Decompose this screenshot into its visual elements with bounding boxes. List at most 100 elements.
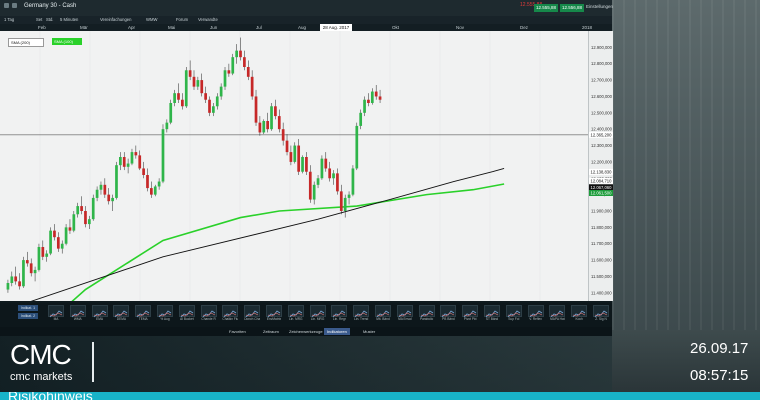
restore-icon[interactable] xyxy=(12,3,17,8)
risk-warning-bar[interactable]: Risikohinweis xyxy=(0,392,760,400)
candle-body-down xyxy=(285,140,289,153)
indicator-item[interactable]: TEMA xyxy=(135,305,152,324)
candle xyxy=(196,76,200,90)
candle xyxy=(84,206,87,228)
toolbar-item-4[interactable]: Vereinfachungen xyxy=(100,17,131,23)
indicator-item[interactable]: Z. Sig N xyxy=(593,305,609,324)
tab-muster[interactable]: Muster xyxy=(360,328,378,335)
menu-icon[interactable] xyxy=(4,3,9,8)
buy-price-button[interactable]: 12.556,88 xyxy=(560,4,584,12)
indicator-item[interactable]: Lin. MRG xyxy=(287,305,304,324)
indicator-item[interactable]: Sup Fol xyxy=(505,305,522,324)
indicator-label: Pivot Pkt xyxy=(463,317,477,321)
candle xyxy=(153,184,157,197)
indicator-thumbnail-icon xyxy=(135,305,152,318)
indicator-item[interactable]: EMA xyxy=(91,305,108,324)
indicator-thumbnail-icon xyxy=(571,305,588,318)
month-label: Feb xyxy=(38,25,46,30)
candle xyxy=(212,103,215,117)
candle-body-down xyxy=(18,281,21,287)
legend-sma200[interactable]: SMA (200) xyxy=(8,38,44,47)
indicator-item[interactable]: ST Bänd xyxy=(484,305,500,324)
candle xyxy=(324,152,328,172)
toolbar-item-1[interactable]: Set xyxy=(36,17,42,23)
indicator-item[interactable]: MAPA Hat xyxy=(549,305,566,324)
month-label: Dez xyxy=(520,25,529,30)
indicator-thumbnail-icon xyxy=(91,305,108,318)
candle-body-down xyxy=(339,191,343,211)
hline-price-marker: 12.365,200 xyxy=(591,132,613,137)
settings-button[interactable]: Einstellungen xyxy=(586,4,613,9)
candle xyxy=(243,50,246,71)
tab-zeitraum[interactable]: Zeitraum xyxy=(260,328,282,335)
indicator-item[interactable]: AI Bucket xyxy=(178,305,195,324)
price-tick-label: 12.500,000 xyxy=(591,110,613,115)
indicator-item[interactable]: MA Enval xyxy=(396,305,413,324)
logo-mark: CMC xyxy=(10,339,72,370)
candlestick-chart[interactable] xyxy=(0,31,588,359)
candle-body-up xyxy=(370,91,374,103)
crosshair-date-label: 28 Aug. 2017 xyxy=(320,24,352,31)
indicator-item[interactable]: Chande R xyxy=(200,305,217,324)
logo-divider xyxy=(92,342,94,382)
indicator-item[interactable]: Lin. MRG xyxy=(309,305,326,324)
candle xyxy=(297,139,301,175)
candle xyxy=(266,112,270,133)
tab-zeichenwerkzeuge[interactable]: Zeichenwerkzeuge xyxy=(286,328,326,335)
overlay-time: 08:57:15 xyxy=(690,367,749,384)
candle-body-down xyxy=(297,145,301,172)
candle-body-up xyxy=(169,103,173,123)
toolbar-item-3[interactable]: 5 Minuten xyxy=(60,17,78,23)
indicator-item[interactable]: Lin. Trend xyxy=(353,305,370,324)
candle-body-down xyxy=(281,129,285,141)
candle-body-down xyxy=(146,175,149,189)
legend-sma100[interactable]: SMA (100) xyxy=(52,38,82,45)
indicator-thumbnail-icon xyxy=(396,305,413,318)
toolbar-item-6[interactable]: Forum xyxy=(176,17,188,23)
indicator-item[interactable]: DEMA xyxy=(113,305,130,324)
indicator-item[interactable]: MA xyxy=(48,305,64,324)
price-tick-label: 12.900,000 xyxy=(591,45,613,50)
candle-body-up xyxy=(153,186,157,195)
indicator-item[interactable]: EnvMatrix xyxy=(266,305,282,324)
chart-plot-area[interactable] xyxy=(0,31,588,359)
tab-indikatoren[interactable]: Indikatoren xyxy=(324,328,350,335)
indicator-item[interactable]: Parabolic xyxy=(418,305,435,324)
tab-favoriten[interactable]: Favoriten xyxy=(226,328,249,335)
candle xyxy=(250,70,254,100)
sell-price-button[interactable]: 12.555,88 xyxy=(534,4,558,12)
candle xyxy=(285,134,289,156)
indicator-item[interactable]: Donch Chan xyxy=(244,305,261,324)
candle-body-up xyxy=(184,70,188,107)
candle-body-up xyxy=(332,173,335,179)
indicator-item[interactable]: % Aug xyxy=(157,305,173,324)
candle xyxy=(56,232,60,252)
indicator-item[interactable]: Mit. Bänd xyxy=(375,305,391,324)
candle xyxy=(347,191,351,205)
indicator-item[interactable]: Pivot Pkt xyxy=(462,305,479,324)
toolbar-item-2[interactable]: Std. xyxy=(46,17,53,23)
indicator-item[interactable]: Lin. Regr xyxy=(331,305,348,324)
candle-body-up xyxy=(343,197,347,211)
indicator-label: Lin. MRG xyxy=(289,317,303,321)
indicator-item[interactable]: Chaikin Fluss xyxy=(222,305,239,324)
indicator-thumbnail-icon xyxy=(549,305,566,318)
indicator-2-button[interactable]: Indikat. 2 xyxy=(18,313,38,319)
toolbar-item-7[interactable]: Verwandte xyxy=(198,17,218,23)
candle xyxy=(169,99,173,125)
indicator-thumbnail-icon xyxy=(593,305,609,318)
indicator-item[interactable]: V. Reflex xyxy=(527,305,544,324)
indicator-item[interactable]: PB Bänd xyxy=(440,305,457,324)
candle-body-up xyxy=(115,165,118,198)
timeframe-select[interactable]: 1 Tag xyxy=(4,17,14,23)
candle xyxy=(363,96,366,117)
toolbar-item-5[interactable]: WMW xyxy=(146,17,157,23)
candle xyxy=(126,158,130,174)
time-axis: Feb Mär Apr Mai Jun Jul Aug Okt Nov Dez … xyxy=(0,24,612,31)
indicator-1-button[interactable]: Indikat. 1 xyxy=(18,305,38,311)
indicator-label: Parabolic xyxy=(419,317,434,321)
indicator-item[interactable]: WMA xyxy=(69,305,86,324)
candle xyxy=(6,279,10,293)
candle xyxy=(200,73,204,97)
indicator-item[interactable]: Koch xyxy=(571,305,588,324)
